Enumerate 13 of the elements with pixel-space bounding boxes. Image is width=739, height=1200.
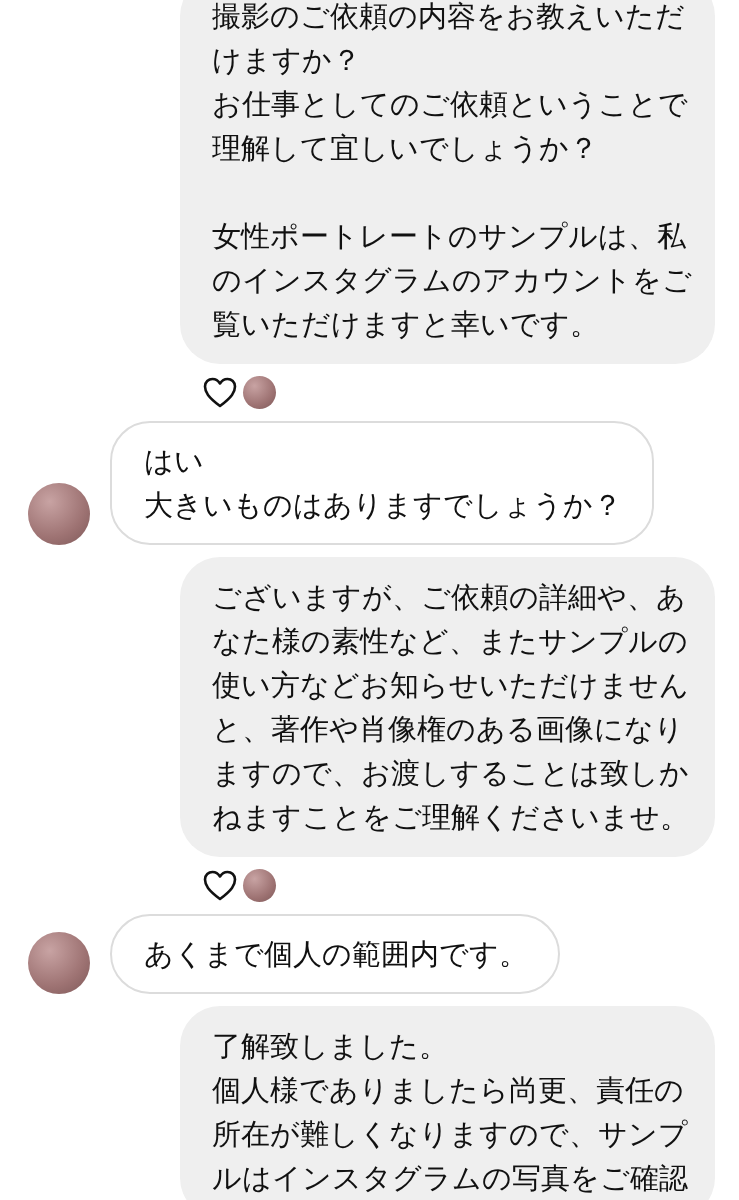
message-text: 了解致しました。 bbox=[212, 1028, 449, 1065]
message-text: お仕事としてのご依頼ということで理解して宜しいでしょうか？ bbox=[212, 86, 689, 167]
reaction-avatar bbox=[243, 869, 276, 902]
heart-icon bbox=[203, 870, 237, 901]
message-text: 女性ポートレートのサンプルは、私のインスタグラムのアカウントをご覧いただけますと幸いです。 bbox=[212, 218, 693, 343]
heart-icon bbox=[203, 377, 237, 408]
message-text: あくまで個人の範囲内です。 bbox=[144, 936, 528, 973]
message-text: はい bbox=[144, 443, 205, 480]
message-text: 個人様でありましたら尚更、責任の所在が難しくなりますので、サンプルはインスタグラムの写真をご確認 bbox=[212, 1072, 689, 1197]
message-text: ございますが、ご依頼の詳細や、あなた様の素性など、またサンプルの使い方などお知らせいただけませんと、著作や肖像権のある画像になりますので、お渡しすることは致しかねますことをご理解くださいませ。 bbox=[212, 579, 690, 836]
message-text: 撮影のご依頼の内容をお教えいただけますか？ bbox=[212, 0, 686, 79]
reaction-avatar bbox=[243, 376, 276, 409]
message-text: 大きいものはありますでしょうか？ bbox=[144, 487, 622, 524]
